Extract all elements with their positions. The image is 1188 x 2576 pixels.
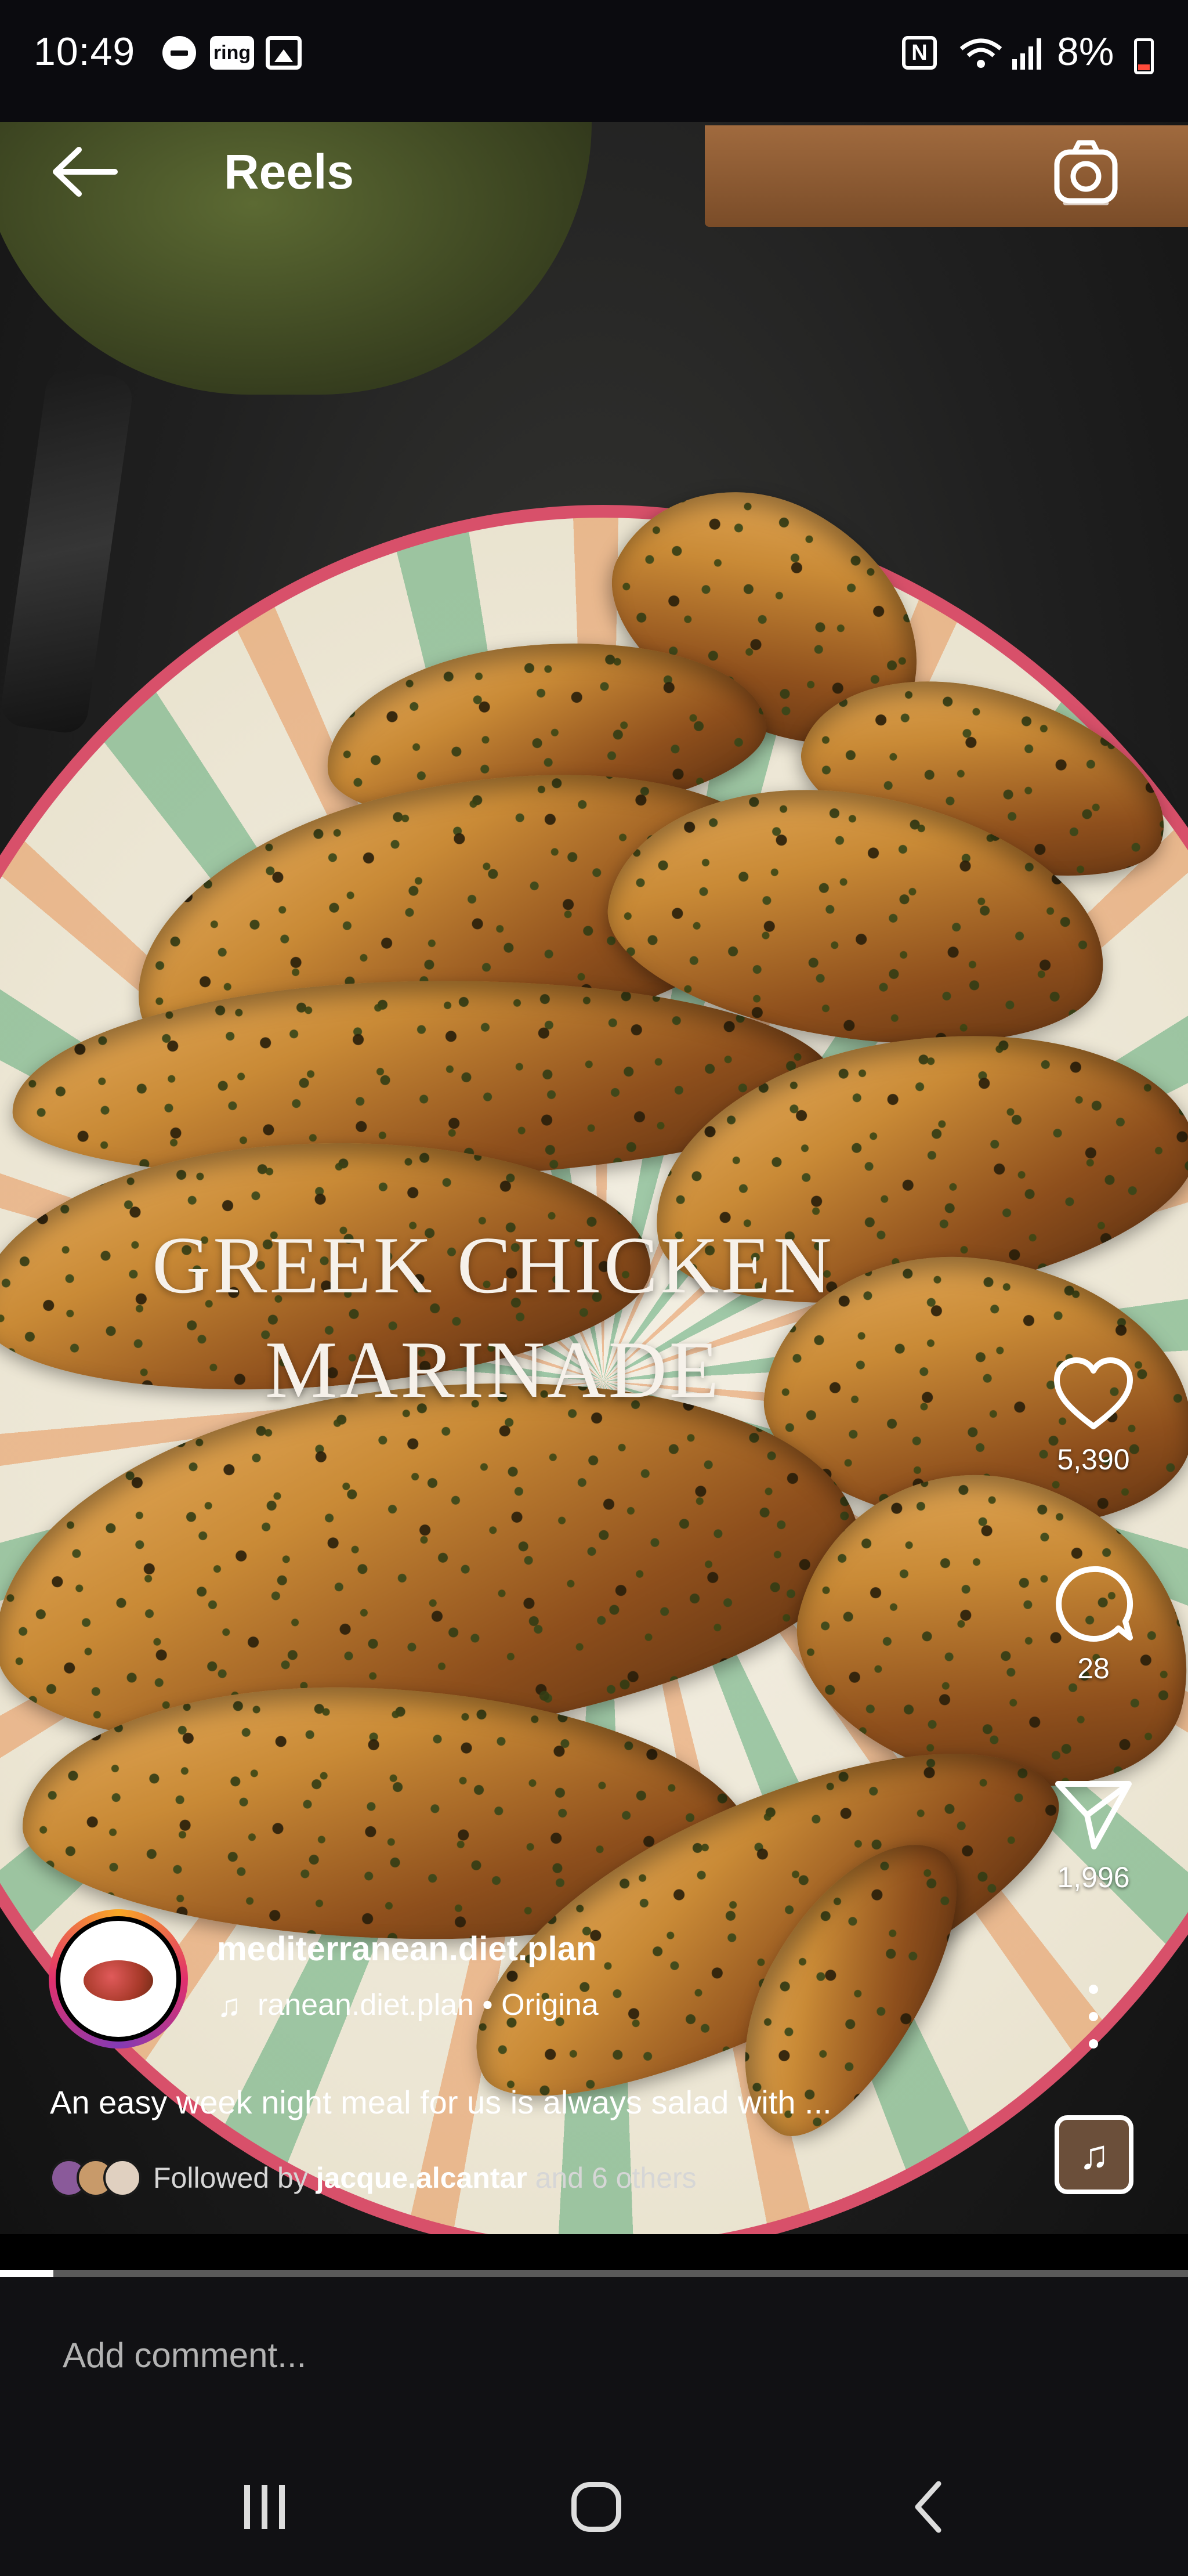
- chevron-left-icon: [915, 2481, 941, 2533]
- comment-button[interactable]: 28: [1044, 1561, 1143, 1685]
- reel-video[interactable]: GREEK CHICKEN MARINADE: [0, 122, 1188, 2234]
- like-button[interactable]: 5,390: [1044, 1352, 1143, 1476]
- do-not-disturb-icon: [162, 36, 196, 70]
- add-comment-input[interactable]: Add comment...: [63, 2335, 306, 2375]
- music-note-icon: ♫: [217, 1986, 241, 2024]
- overlay-title-line2: MARINADE: [265, 1325, 722, 1415]
- avatar[interactable]: [49, 1909, 188, 2048]
- battery-icon: [1134, 38, 1154, 74]
- username[interactable]: mediterranean.diet.plan: [217, 1930, 596, 1968]
- recent-apps-button[interactable]: [230, 2478, 299, 2536]
- followed-user: jacque.alcantar: [316, 2162, 527, 2194]
- share-count: 1,996: [1057, 1861, 1130, 1894]
- recent-apps-icon: [244, 2485, 250, 2529]
- signal-icon: [1010, 36, 1043, 70]
- more-icon: [1089, 1985, 1098, 1994]
- share-button[interactable]: 1,996: [1044, 1770, 1143, 1894]
- comment-count: 28: [1077, 1652, 1110, 1685]
- nfc-icon: N: [902, 36, 937, 70]
- avatar-logo: [84, 1960, 153, 2001]
- system-back-button[interactable]: [893, 2478, 963, 2536]
- ring-app-icon: ring: [210, 36, 254, 70]
- camera-icon: [1054, 140, 1118, 205]
- background-tongs: [0, 367, 135, 736]
- heart-icon: [1054, 1357, 1133, 1429]
- follower-avatars: [50, 2159, 142, 2197]
- more-button[interactable]: [1079, 1985, 1108, 2048]
- battery-percent: 8%: [1057, 30, 1114, 74]
- followed-suffix: and 6 others: [535, 2162, 697, 2194]
- comment-bubble-icon: [1056, 1566, 1133, 1642]
- music-note-icon: ♫: [1078, 2132, 1110, 2177]
- like-count: 5,390: [1057, 1443, 1130, 1476]
- top-bar: Reels: [0, 122, 1188, 226]
- status-bar: 10:49 ring N 8%: [0, 0, 1188, 122]
- audio-label[interactable]: ♫ ranean.diet.plan • Origina: [217, 1985, 629, 2025]
- status-time: 10:49: [34, 30, 136, 74]
- progress-track[interactable]: [0, 2270, 1188, 2277]
- overlay-title-line1: GREEK CHICKEN: [152, 1220, 834, 1310]
- wifi-icon: [955, 36, 1007, 70]
- followed-by[interactable]: Followed by jacque.alcantar and 6 others: [50, 2159, 697, 2197]
- followed-prefix: Followed by: [153, 2162, 308, 2194]
- home-icon: [571, 2482, 621, 2532]
- back-arrow-icon: [53, 147, 118, 197]
- send-icon: [1055, 1781, 1132, 1849]
- audio-thumbnail[interactable]: ♫: [1055, 2115, 1133, 2194]
- caption[interactable]: An easy week night meal for us is always…: [50, 2083, 1007, 2121]
- gallery-icon: [266, 36, 302, 70]
- audio-title: ranean.diet.plan • Origina: [258, 1988, 599, 2022]
- camera-button[interactable]: [1049, 135, 1124, 210]
- page-title: Reels: [224, 144, 354, 199]
- progress-fill: [0, 2270, 54, 2277]
- back-button[interactable]: [45, 143, 121, 201]
- home-button[interactable]: [562, 2478, 631, 2536]
